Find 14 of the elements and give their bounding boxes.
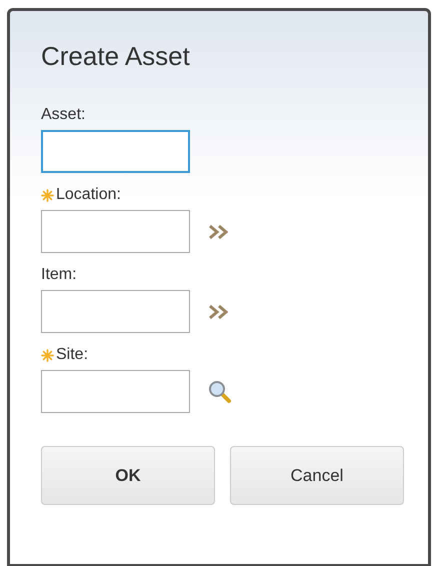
dialog-title: Create Asset	[41, 41, 191, 72]
ok-button[interactable]: OK	[41, 446, 215, 505]
input-field[interactable]	[41, 290, 190, 333]
field-label: Item:	[41, 266, 77, 284]
double-chevron-icon[interactable]	[208, 224, 230, 240]
input-field[interactable]	[41, 210, 190, 253]
field-label: Location:	[56, 186, 121, 204]
double-chevron-icon[interactable]	[208, 304, 230, 320]
field-label: Asset:	[41, 106, 86, 124]
input-field[interactable]	[41, 370, 190, 413]
field-label: Site:	[56, 346, 88, 364]
input-field[interactable]	[41, 130, 190, 173]
search-icon[interactable]	[208, 380, 232, 404]
cancel-button[interactable]: Cancel	[230, 446, 404, 505]
